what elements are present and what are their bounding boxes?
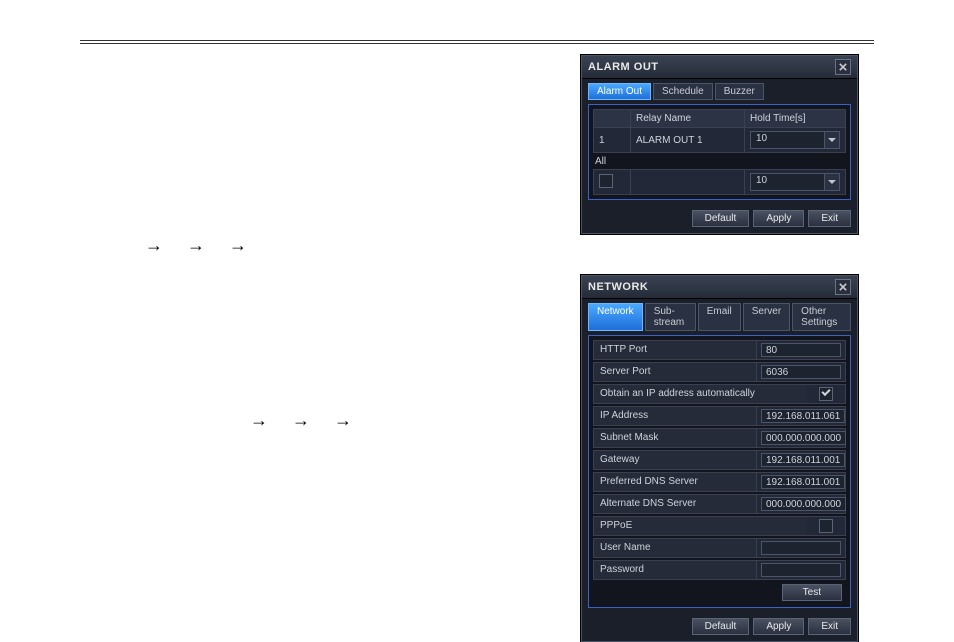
col-relay-name: Relay Name [631, 110, 745, 128]
network-tabs: Network Sub-stream Email Server Other Se… [582, 299, 857, 331]
table-row: 10 [594, 170, 846, 195]
http-port-input[interactable]: 80 [761, 343, 841, 357]
row-subnet-mask: Subnet Mask 000.000.000.000 [593, 428, 846, 448]
close-icon[interactable] [835, 59, 851, 75]
col-hold-time: Hold Time[s] [745, 110, 846, 128]
horizontal-rule [80, 40, 874, 44]
row-gateway: Gateway 192.168.011.001 [593, 450, 846, 470]
alarm-inner: Relay Name Hold Time[s] 1 ALARM OUT 1 10… [588, 104, 851, 200]
alternate-dns-input[interactable]: 000.000.000.000 [761, 497, 846, 511]
network-buttons: Default Apply Exit [582, 614, 857, 641]
gateway-input[interactable]: 192.168.011.001 [761, 453, 845, 467]
row-pppoe: PPPoE [593, 516, 846, 536]
hold-time-select[interactable]: 10 [750, 131, 840, 149]
row-index: 1 [594, 128, 631, 153]
arrow-sequence-1: →→→ [145, 235, 271, 256]
tab-alarm-out[interactable]: Alarm Out [588, 83, 651, 100]
table-row: 1 ALARM OUT 1 10 [594, 128, 846, 153]
row-password: Password [593, 560, 846, 580]
username-input[interactable] [761, 541, 841, 555]
chevron-down-icon [824, 132, 839, 148]
network-dialog: NETWORK Network Sub-stream Email Server … [581, 275, 858, 642]
col-blank [594, 110, 631, 128]
preferred-dns-input[interactable]: 192.168.011.001 [761, 475, 845, 489]
pppoe-checkbox[interactable] [819, 519, 833, 533]
alarm-tabs: Alarm Out Schedule Buzzer [582, 79, 857, 100]
row-alt-dns: Alternate DNS Server 000.000.000.000 [593, 494, 846, 514]
alarm-buttons: Default Apply Exit [582, 206, 857, 233]
all-label: All [593, 156, 846, 167]
exit-button[interactable]: Exit [808, 618, 851, 635]
alarm-out-dialog: ALARM OUT Alarm Out Schedule Buzzer Rela… [581, 55, 858, 234]
row-user-name: User Name [593, 538, 846, 558]
apply-button[interactable]: Apply [753, 210, 804, 227]
tab-server[interactable]: Server [743, 303, 790, 331]
chevron-down-icon [824, 174, 839, 190]
tab-other-settings[interactable]: Other Settings [792, 303, 851, 331]
default-button[interactable]: Default [692, 210, 750, 227]
all-checkbox[interactable] [599, 174, 613, 188]
alarm-title: ALARM OUT [588, 61, 659, 73]
all-hold-time-select[interactable]: 10 [750, 173, 840, 191]
exit-button[interactable]: Exit [808, 210, 851, 227]
network-inner: HTTP Port 80 Server Port 6036 Obtain an … [588, 335, 851, 608]
test-button[interactable]: Test [782, 584, 842, 601]
tab-email[interactable]: Email [698, 303, 741, 331]
row-server-port: Server Port 6036 [593, 362, 846, 382]
arrow-sequence-2: →→→ [250, 410, 376, 431]
network-titlebar: NETWORK [582, 276, 857, 299]
subnet-mask-input[interactable]: 000.000.000.000 [761, 431, 846, 445]
tab-substream[interactable]: Sub-stream [645, 303, 696, 331]
tab-schedule[interactable]: Schedule [653, 83, 713, 100]
tab-network[interactable]: Network [588, 303, 643, 331]
network-title: NETWORK [588, 281, 648, 293]
apply-button[interactable]: Apply [753, 618, 804, 635]
row-http-port: HTTP Port 80 [593, 340, 846, 360]
default-button[interactable]: Default [692, 618, 750, 635]
close-icon[interactable] [835, 279, 851, 295]
row-ip-address: IP Address 192.168.011.061 [593, 406, 846, 426]
ip-address-input[interactable]: 192.168.011.061 [761, 409, 845, 423]
server-port-input[interactable]: 6036 [761, 365, 841, 379]
password-input[interactable] [761, 563, 841, 577]
relay-name-cell: ALARM OUT 1 [631, 128, 745, 153]
row-obtain-ip: Obtain an IP address automatically [593, 384, 846, 404]
obtain-ip-checkbox[interactable] [819, 387, 833, 401]
alarm-titlebar: ALARM OUT [582, 56, 857, 79]
row-pref-dns: Preferred DNS Server 192.168.011.001 [593, 472, 846, 492]
tab-buzzer[interactable]: Buzzer [715, 83, 764, 100]
